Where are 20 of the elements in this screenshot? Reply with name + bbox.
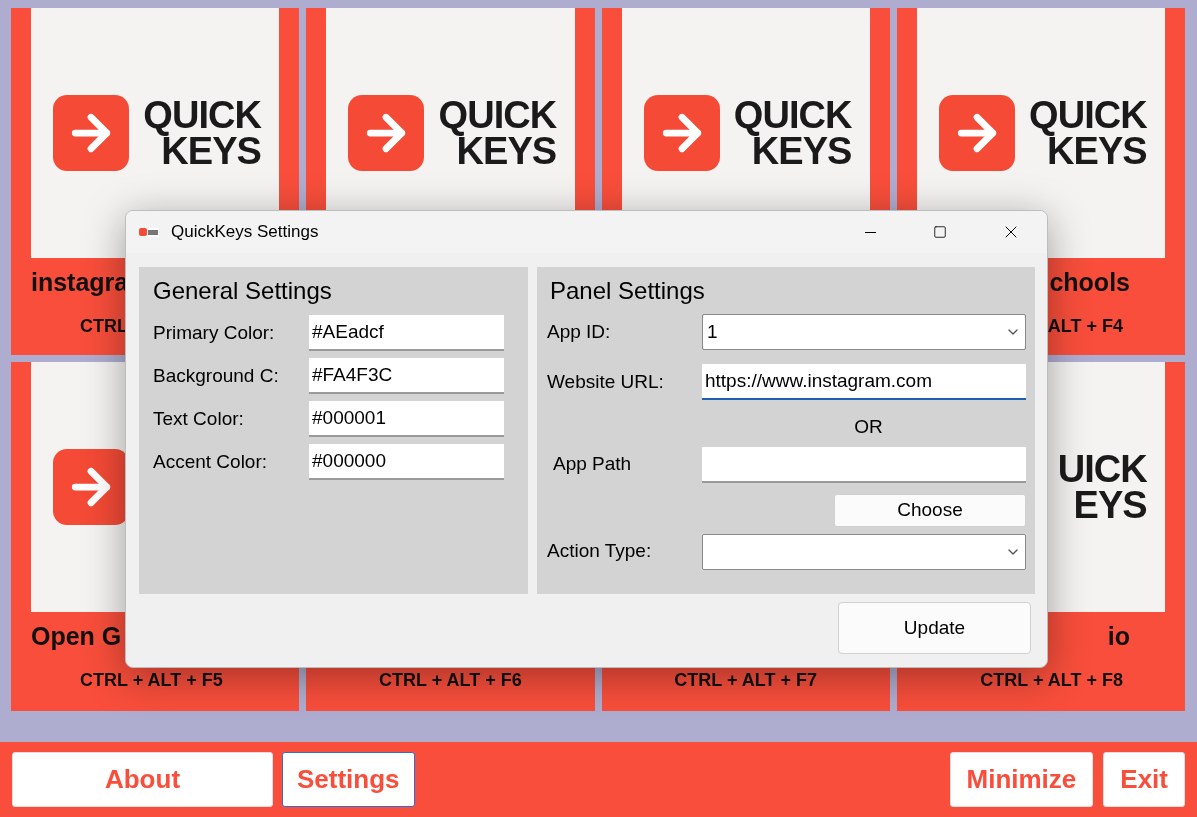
shortcut-label: ALT + F4 — [1047, 314, 1123, 338]
tile-title: chools — [1049, 267, 1130, 299]
shortcut-label: CTRL + ALT + F8 — [980, 668, 1123, 692]
shortcut-label: CTRL — [80, 314, 128, 338]
field-label: Background C: — [153, 363, 280, 388]
tile-title: Open G — [31, 621, 122, 653]
field-label: Website URL: — [547, 369, 665, 394]
shortcut-label: CTRL + ALT + F6 — [379, 668, 522, 692]
field-label: Action Type: — [547, 539, 653, 564]
field-label: App Path — [552, 452, 633, 477]
shortcut-label: CTRL + ALT + F7 — [674, 668, 817, 692]
or-separator: OR — [854, 415, 883, 439]
logo-text: UICK — [1057, 450, 1147, 487]
field-label: Text Color: — [153, 406, 245, 431]
shortcut-label: CTRL + ALT + F5 — [80, 668, 223, 692]
tile-title: io — [1107, 621, 1130, 653]
logo-text: EYS — [1073, 487, 1147, 524]
tile-title: instagra — [31, 267, 129, 299]
field-label: Primary Color: — [153, 320, 276, 345]
field-label: Accent Color: — [153, 449, 269, 474]
